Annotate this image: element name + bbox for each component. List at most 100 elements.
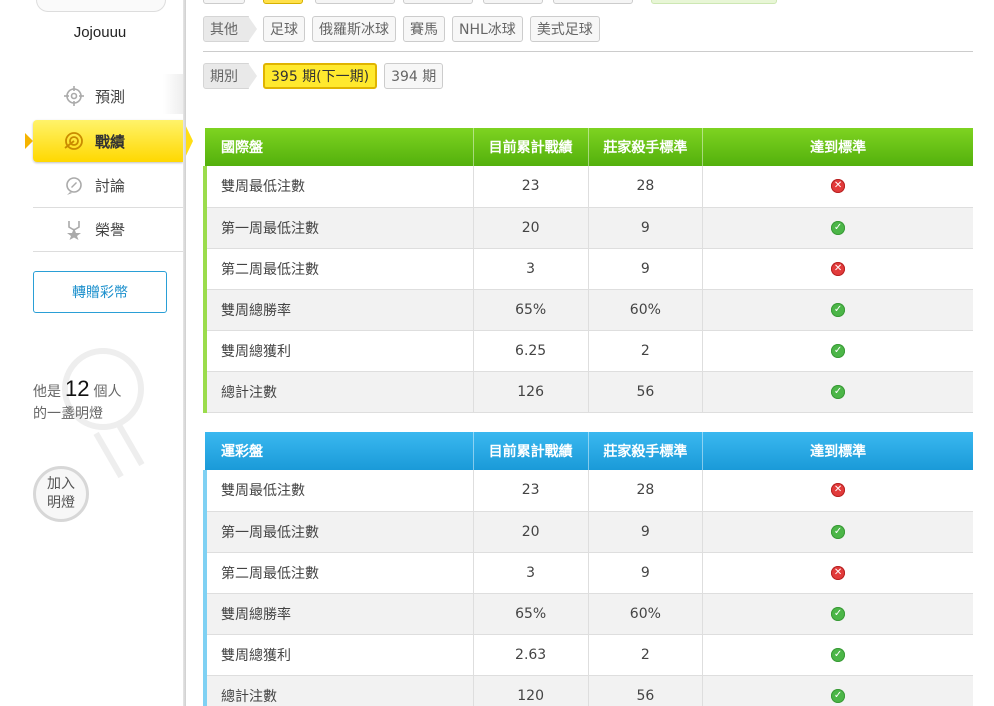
col-header-current: 目前累計戰績 (472, 432, 588, 470)
current-value: 65% (472, 593, 588, 635)
cross-icon: ✕ (831, 483, 846, 498)
sidebar-item-label: 戰績 (95, 132, 126, 151)
check-icon: ✓ (831, 343, 846, 358)
met-status-cell: ✓ (702, 371, 973, 413)
sport-chip-horse-racing[interactable]: 賽馬 (403, 16, 445, 42)
standard-value: 56 (587, 371, 703, 413)
table-row: 雙周總獲利 6.25 2 ✓ (202, 330, 973, 372)
standard-value: 2 (587, 634, 703, 676)
table-row: 總計注數 126 56 ✓ (202, 371, 973, 413)
join-line2: 明燈 (47, 495, 75, 511)
top-tab[interactable] (553, 0, 633, 4)
top-tab[interactable] (263, 0, 303, 4)
sidebar-item-predict[interactable]: 預測 (33, 74, 183, 118)
current-value: 2.63 (472, 634, 588, 676)
top-tab[interactable] (315, 0, 395, 4)
row-label: 雙周總勝率 (202, 593, 474, 635)
side-nav: 預測 戰績 討論 榮譽 (25, 74, 193, 252)
top-tab[interactable] (483, 0, 543, 4)
col-header-current: 目前累計戰績 (472, 128, 588, 166)
cross-icon: ✕ (831, 565, 846, 580)
current-value: 126 (472, 371, 588, 413)
met-status-cell: ✕ (702, 552, 973, 594)
current-value: 20 (472, 207, 588, 249)
check-icon: ✓ (831, 302, 846, 317)
check-icon: ✓ (831, 220, 846, 235)
join-lamp-button[interactable]: 加入 明燈 (33, 466, 89, 522)
sport-filter-row: 其他 足球 俄羅斯冰球 賽馬 NHL冰球 美式足球 (203, 16, 607, 42)
met-status-cell: ✓ (702, 207, 973, 249)
table-row: 總計注數 120 56 ✓ (202, 675, 973, 706)
honor-icon (63, 219, 85, 241)
lamp-suffix: 個人 (93, 384, 122, 400)
met-status-cell: ✓ (702, 634, 973, 676)
filter-divider (203, 51, 973, 52)
current-value: 3 (472, 248, 588, 290)
sport-chip-russian-hockey[interactable]: 俄羅斯冰球 (312, 16, 396, 42)
check-icon: ✓ (831, 606, 846, 621)
sport-chip-american-football[interactable]: 美式足球 (529, 16, 600, 42)
met-status-cell: ✓ (702, 511, 973, 553)
username: Jojouuu (73, 24, 127, 41)
table-row: 第一周最低注數 20 9 ✓ (202, 207, 973, 249)
row-label: 第二周最低注數 (202, 248, 474, 290)
cross-icon: ✕ (831, 179, 846, 194)
table-row: 第二周最低注數 3 9 ✕ (202, 248, 973, 290)
standard-value: 28 (587, 470, 703, 512)
table-title: 國際盤 (205, 128, 474, 166)
sidebar-item-label: 預測 (95, 87, 126, 106)
lamp-count: 12 (65, 376, 90, 401)
top-tab[interactable] (203, 0, 245, 4)
sidebar-item-record[interactable]: 戰績 (25, 120, 193, 162)
standard-value: 28 (587, 166, 703, 208)
standard-value: 60% (587, 289, 703, 331)
standard-value: 56 (587, 675, 703, 706)
row-label: 雙周總獲利 (202, 330, 474, 372)
table-header-row: 國際盤 目前累計戰績 莊家殺手標準 達到標準 (205, 128, 973, 166)
period-chip-394[interactable]: 394 期 (384, 63, 444, 89)
met-status-cell: ✓ (702, 593, 973, 635)
intl-stats-table: 國際盤 目前累計戰績 莊家殺手標準 達到標準 雙周最低注數 23 28 ✕ 第一周最低注… (202, 128, 973, 413)
top-tab[interactable] (651, 0, 777, 4)
table-row: 雙周總勝率 65% 60% ✓ (202, 593, 973, 635)
col-header-met: 達到標準 (702, 432, 973, 470)
table-row: 雙周總獲利 2.63 2 ✓ (202, 634, 973, 676)
current-value: 6.25 (472, 330, 588, 372)
sports-lottery-stats-table: 運彩盤 目前累計戰績 莊家殺手標準 達到標準 雙周最低注數 23 28 ✕ 第一周最低注… (202, 432, 973, 706)
sidebar-item-discuss[interactable]: 討論 (33, 164, 183, 208)
target-icon (63, 85, 85, 107)
standard-value: 9 (587, 552, 703, 594)
sport-filter-label: 其他 (203, 16, 257, 42)
col-header-met: 達到標準 (702, 128, 973, 166)
sidebar-divider (183, 0, 186, 706)
sidebar-item-honor[interactable]: 榮譽 (33, 208, 183, 252)
avatar[interactable] (36, 0, 166, 12)
sport-chip-nhl[interactable]: NHL冰球 (452, 16, 523, 42)
met-status-cell: ✓ (702, 289, 973, 331)
current-value: 23 (472, 470, 588, 512)
standard-value: 9 (587, 511, 703, 553)
sport-chip-soccer[interactable]: 足球 (263, 16, 305, 42)
join-line1: 加入 (47, 476, 75, 492)
met-status-cell: ✓ (702, 675, 973, 706)
sidebar: Jojouuu 預測 戰績 討論 榮譽 轉贈彩幣 他是 12 個人 的一盞明燈 … (0, 0, 193, 706)
table-row: 第二周最低注數 3 9 ✕ (202, 552, 973, 594)
met-status-cell: ✕ (702, 470, 973, 512)
current-value: 120 (472, 675, 588, 706)
gift-coins-button[interactable]: 轉贈彩幣 (33, 271, 167, 313)
current-value: 3 (472, 552, 588, 594)
discuss-icon (63, 175, 85, 197)
lamp-followers-text: 他是 12 個人 的一盞明燈 (33, 378, 121, 425)
table-row: 第一周最低注數 20 9 ✓ (202, 511, 973, 553)
table-title: 運彩盤 (205, 432, 474, 470)
record-icon (63, 130, 85, 152)
current-value: 23 (472, 166, 588, 208)
standard-value: 60% (587, 593, 703, 635)
period-chip-395[interactable]: 395 期(下一期) (263, 63, 378, 89)
current-value: 20 (472, 511, 588, 553)
top-tab[interactable] (403, 0, 473, 4)
met-status-cell: ✓ (702, 330, 973, 372)
right-gutter (974, 0, 994, 706)
lamp-prefix: 他是 (33, 384, 61, 400)
check-icon: ✓ (831, 647, 846, 662)
